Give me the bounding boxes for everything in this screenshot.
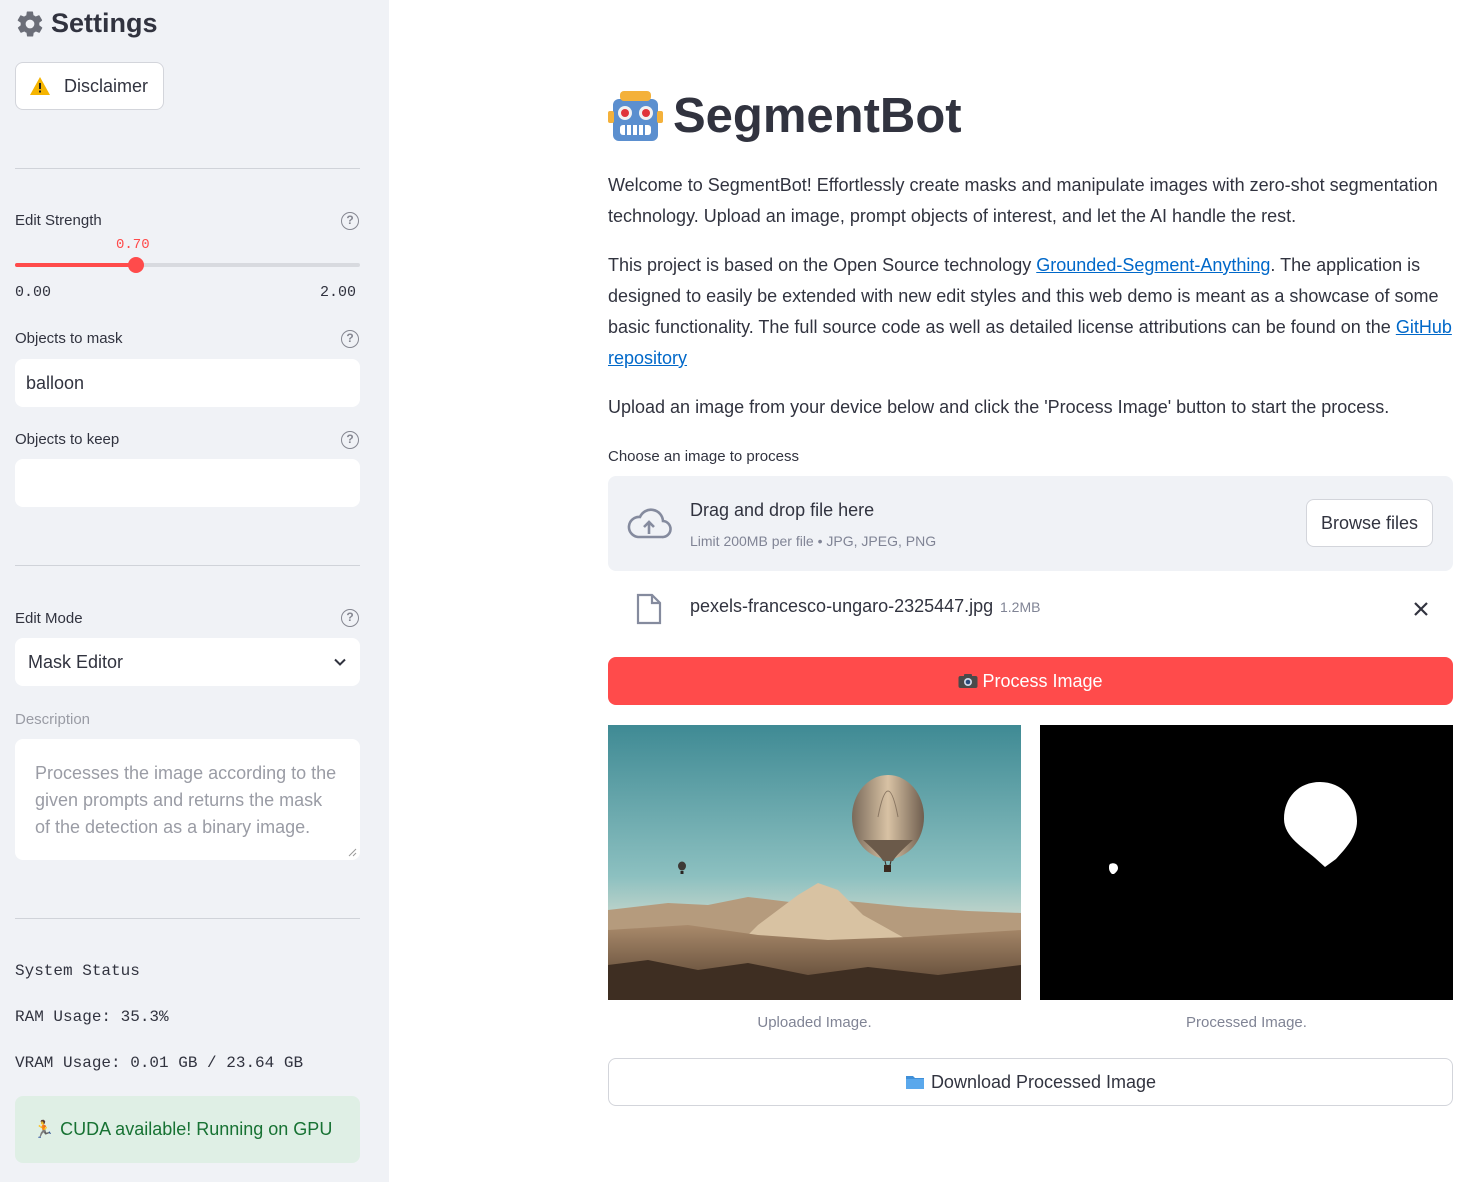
slider-min-label: 0.00 xyxy=(15,284,52,301)
edit-mode-select[interactable]: Mask Editor xyxy=(15,638,360,686)
resize-grip-icon[interactable] xyxy=(348,848,357,857)
about-before: This project is based on the Open Source… xyxy=(608,255,1037,275)
ram-usage: RAM Usage: 35.3% xyxy=(15,1008,169,1026)
edit-mode-value: Mask Editor xyxy=(28,651,124,672)
page-title-text: SegmentBot xyxy=(673,89,962,143)
file-size: 1.2MB xyxy=(1000,599,1041,615)
download-button[interactable]: Download Processed Image xyxy=(608,1058,1453,1106)
cuda-status-alert: 🏃 CUDA available! Running on GPU xyxy=(15,1096,360,1163)
vram-usage: VRAM Usage: 0.01 GB / 23.64 GB xyxy=(15,1054,304,1072)
processed-caption: Processed Image. xyxy=(1186,1014,1307,1031)
uploaded-image xyxy=(608,725,1021,1000)
disclaimer-button[interactable]: Disclaimer xyxy=(15,62,164,110)
help-icon[interactable]: ? xyxy=(341,609,359,627)
processed-image-graphic xyxy=(1040,725,1453,1000)
description-label: Description xyxy=(15,711,91,728)
description-textarea[interactable]: Processes the image according to the giv… xyxy=(15,739,360,860)
grounded-sam-link[interactable]: Grounded-Segment-Anything xyxy=(1036,255,1270,275)
edit-strength-slider[interactable] xyxy=(15,257,360,273)
close-icon[interactable] xyxy=(1411,599,1431,619)
process-image-label: Process Image xyxy=(982,670,1103,691)
chevron-down-icon xyxy=(334,658,346,666)
page-title: SegmentBot xyxy=(608,88,962,144)
folder-icon xyxy=(905,1076,924,1089)
slider-max-label: 2.00 xyxy=(320,284,357,301)
help-icon[interactable]: ? xyxy=(341,431,359,449)
processed-image xyxy=(1040,725,1453,1000)
about-text: This project is based on the Open Source… xyxy=(608,250,1458,374)
uploader-label: Choose an image to process xyxy=(608,448,799,465)
uploaded-image-graphic xyxy=(608,725,1021,1000)
file-dropzone[interactable]: Drag and drop file here Limit 200MB per … xyxy=(608,476,1453,571)
dropzone-limit: Limit 200MB per file • JPG, JPEG, PNG xyxy=(690,533,937,549)
description-placeholder: Processes the image according to the giv… xyxy=(35,763,337,837)
intro-text: Welcome to SegmentBot! Effortlessly crea… xyxy=(608,175,1438,226)
edit-strength-label: Edit Strength xyxy=(15,212,102,229)
file-name: pexels-francesco-ungaro-2325447.jpg xyxy=(690,596,994,616)
uploaded-caption: Uploaded Image. xyxy=(757,1014,872,1031)
dropzone-title: Drag and drop file here xyxy=(690,500,875,520)
sidebar-title-text: Settings xyxy=(51,8,158,38)
objects-to-mask-input[interactable]: balloon xyxy=(15,359,360,407)
gear-icon xyxy=(17,10,43,37)
uploaded-file-row: pexels-francesco-ungaro-2325447.jpg 1.2M… xyxy=(608,586,1453,632)
divider xyxy=(15,918,360,919)
runner-icon: 🏃 xyxy=(33,1119,55,1139)
robot-icon xyxy=(608,90,663,141)
file-icon xyxy=(636,593,662,625)
objects-to-mask-label: Objects to mask xyxy=(15,330,123,347)
objects-to-keep-label: Objects to keep xyxy=(15,431,120,448)
disclaimer-label: Disclaimer xyxy=(64,75,149,96)
browse-files-button[interactable]: Browse files xyxy=(1306,499,1433,547)
objects-to-keep-input[interactable] xyxy=(15,459,360,507)
help-icon[interactable]: ? xyxy=(341,330,359,348)
camera-icon xyxy=(958,674,978,688)
system-status-title: System Status xyxy=(15,962,140,980)
divider xyxy=(15,565,360,566)
divider xyxy=(15,168,360,169)
download-label: Download Processed Image xyxy=(930,1071,1157,1092)
slider-thumb[interactable] xyxy=(127,257,144,273)
sidebar: Settings Disclaimer Edit Strength ? 0.70… xyxy=(0,0,389,1182)
slider-fill xyxy=(15,263,136,267)
cloud-upload-icon xyxy=(627,508,672,539)
edit-mode-label: Edit Mode xyxy=(15,610,83,627)
warning-icon xyxy=(30,77,50,95)
cuda-message: CUDA available! Running on GPU xyxy=(60,1119,333,1139)
instructions-text: Upload an image from your device below a… xyxy=(608,397,1390,417)
help-icon[interactable]: ? xyxy=(341,212,359,230)
process-image-button[interactable]: Process Image xyxy=(608,657,1453,705)
edit-strength-value: 0.70 xyxy=(116,237,150,253)
sidebar-title: Settings xyxy=(15,8,158,39)
